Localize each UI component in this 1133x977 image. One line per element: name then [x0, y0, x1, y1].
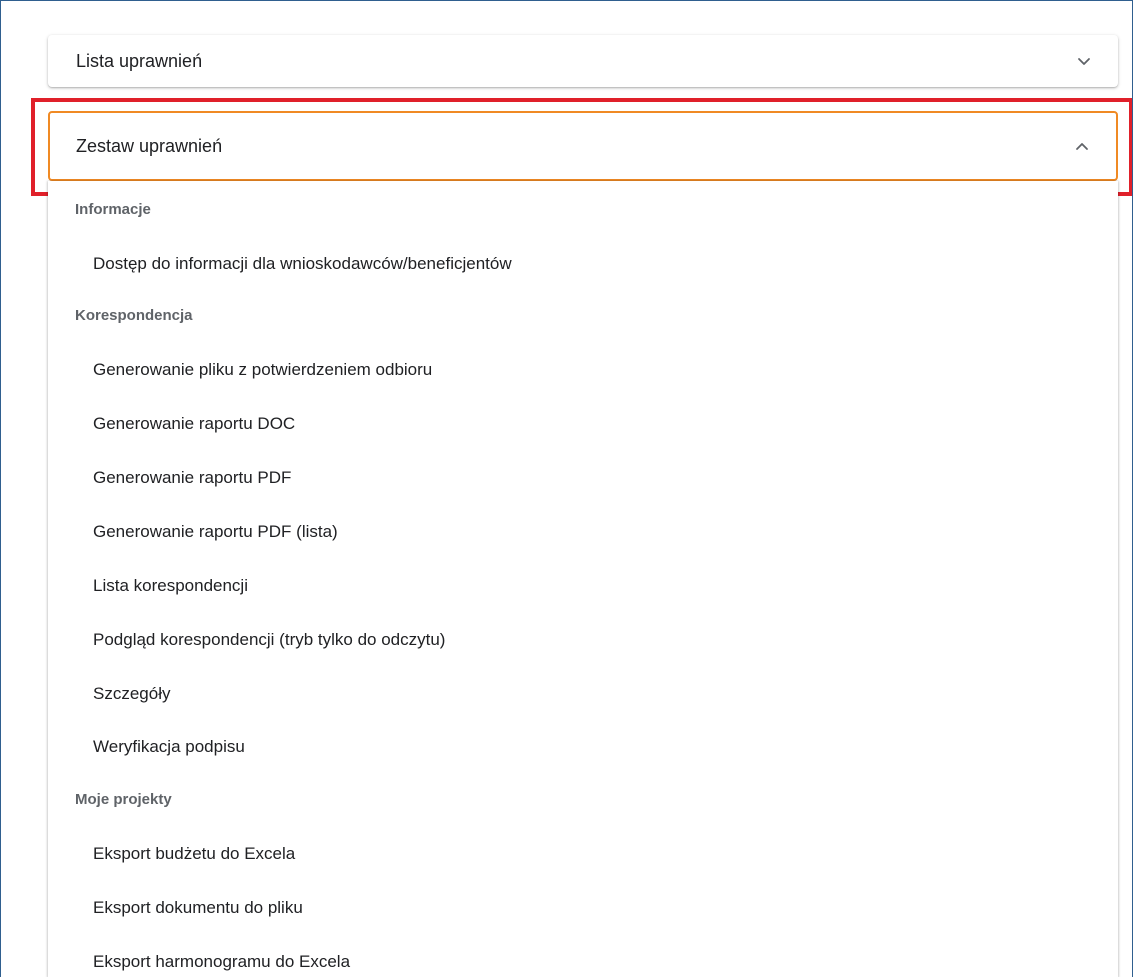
accordion-header-permission-list[interactable]: Lista uprawnień — [48, 35, 1118, 87]
permission-item: Eksport harmonogramu do Excela — [93, 952, 351, 971]
page: Lista uprawnień Zestaw uprawnień Informa… — [0, 0, 1133, 977]
group-label-korespondencja: Korespondencja — [75, 307, 193, 324]
accordion-body-permission-set: Informacje Dostęp do informacji dla wnio… — [48, 181, 1118, 977]
permission-item: Podgląd korespondencji (tryb tylko do od… — [93, 630, 446, 649]
permission-item: Generowanie raportu PDF (lista) — [93, 522, 338, 541]
permission-item: Szczegóły — [93, 684, 171, 703]
permission-item: Generowanie raportu PDF — [93, 468, 292, 487]
group-label-moje-projekty: Moje projekty — [75, 791, 172, 808]
permission-item: Generowanie raportu DOC — [93, 414, 296, 433]
chevron-down-icon[interactable] — [1074, 51, 1094, 71]
permission-item: Eksport dokumentu do pliku — [93, 898, 303, 917]
accordion-title-permission-list: Lista uprawnień — [76, 50, 203, 71]
permission-item: Eksport budżetu do Excela — [93, 844, 296, 863]
group-label-informacje: Informacje — [75, 201, 151, 218]
permission-item: Lista korespondencji — [93, 576, 248, 595]
permission-item: Generowanie pliku z potwierdzeniem odbio… — [93, 360, 433, 379]
permission-item: Dostęp do informacji dla wnioskodawców/b… — [93, 254, 512, 273]
permission-item: Weryfikacja podpisu — [93, 737, 245, 756]
